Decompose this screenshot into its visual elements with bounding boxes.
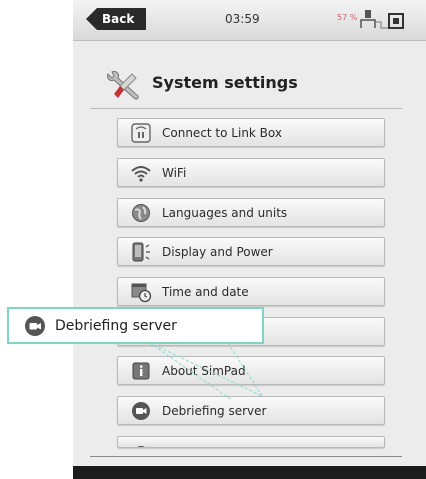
debriefing-server-callout: Debriefing server bbox=[7, 307, 264, 344]
callout-label: Debriefing server bbox=[55, 317, 177, 334]
video-camera-icon bbox=[23, 314, 47, 338]
callout-connector bbox=[149, 342, 263, 401]
